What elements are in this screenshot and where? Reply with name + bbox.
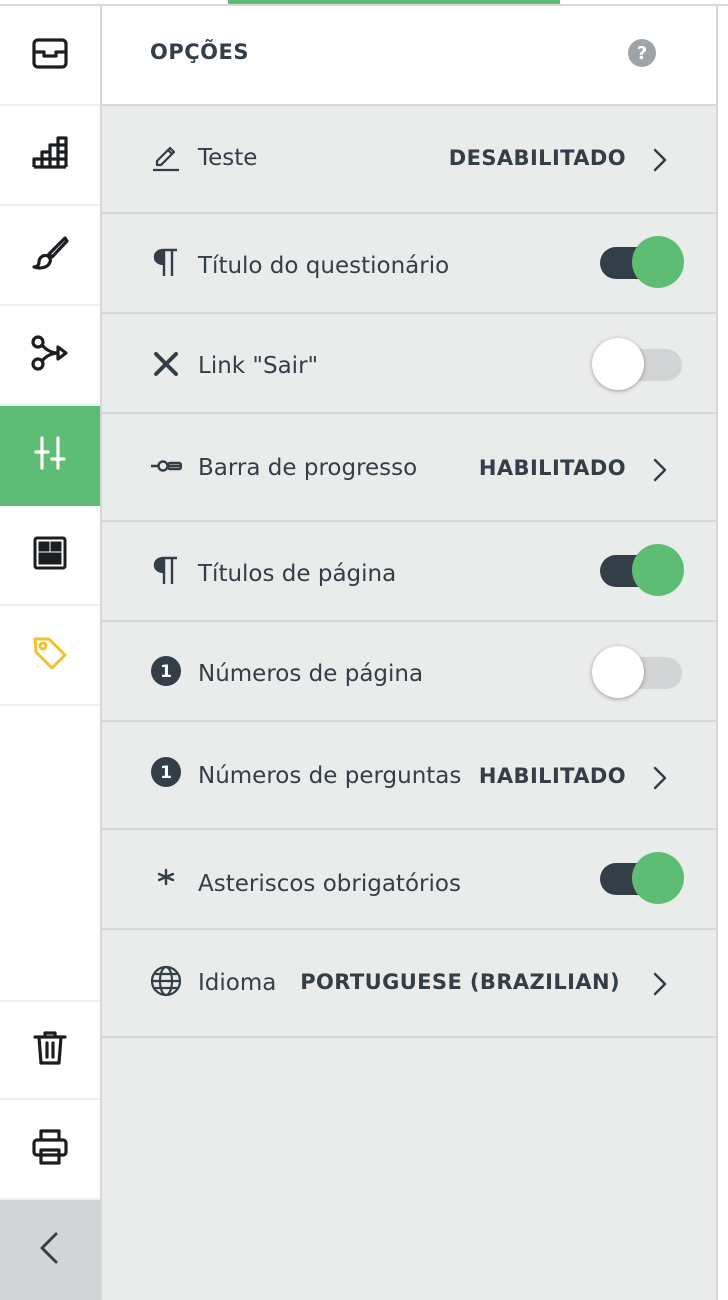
option-label: Link "Sair" xyxy=(198,353,319,379)
page-titles-toggle[interactable] xyxy=(596,544,686,596)
tag-icon xyxy=(30,633,70,677)
chevron-right-icon xyxy=(653,972,667,996)
toggle-knob xyxy=(592,338,644,390)
rail-item-analyze[interactable] xyxy=(0,106,100,206)
chevron-right-icon xyxy=(653,148,667,172)
option-label: Título do questionário xyxy=(198,253,450,279)
top-accent xyxy=(228,0,560,4)
rail-item-print[interactable] xyxy=(0,1100,100,1200)
rail-item-tags[interactable] xyxy=(0,606,100,706)
chevron-right-icon xyxy=(653,458,667,482)
print-icon xyxy=(30,1127,70,1171)
option-row-survey-title: Título do questionário xyxy=(102,214,716,314)
panel-title: OPÇÕES xyxy=(150,40,249,64)
option-value: HABILITADO xyxy=(478,456,626,480)
x-icon xyxy=(148,346,184,382)
toggle-knob xyxy=(632,852,684,904)
rail-item-logic[interactable] xyxy=(0,306,100,406)
collapse-button[interactable] xyxy=(0,1200,100,1300)
toggle-knob xyxy=(592,646,644,698)
rail-item-design[interactable] xyxy=(0,206,100,306)
rail-item-inbox[interactable] xyxy=(0,6,100,106)
rail-item-layout[interactable] xyxy=(0,506,100,606)
option-value: DESABILITADO xyxy=(448,146,626,170)
rail-item-delete[interactable] xyxy=(0,1000,100,1100)
option-row-question-numbers[interactable]: 1 Números de perguntas HABILITADO xyxy=(102,722,716,830)
toggle-knob xyxy=(632,544,684,596)
asterisk-icon xyxy=(148,862,184,898)
option-row-exit-link: Link "Sair" xyxy=(102,314,716,414)
option-row-progress-bar[interactable]: Barra de progresso HABILITADO xyxy=(102,414,716,522)
pencil-icon xyxy=(148,138,184,174)
option-row-page-titles: Títulos de página xyxy=(102,522,716,622)
paragraph-icon xyxy=(148,552,184,588)
rail-item-options[interactable] xyxy=(0,406,100,506)
option-row-required-asterisks: Asteriscos obrigatórios xyxy=(102,830,716,930)
option-label: Barra de progresso xyxy=(198,455,418,481)
globe-icon xyxy=(148,963,184,999)
logic-branch-icon xyxy=(30,333,70,377)
svg-text:1: 1 xyxy=(160,662,172,682)
option-label: Teste xyxy=(198,145,258,171)
page-numbers-toggle[interactable] xyxy=(592,646,686,698)
number-one-icon: 1 xyxy=(148,754,184,790)
option-label: Asteriscos obrigatórios xyxy=(198,871,461,897)
option-row-language[interactable]: Idioma PORTUGUESE (BRAZILIAN) xyxy=(102,930,716,1038)
toggle-knob xyxy=(632,236,684,288)
trash-icon xyxy=(30,1028,70,1072)
required-asterisks-toggle[interactable] xyxy=(596,852,686,904)
option-label: Idioma xyxy=(198,970,277,996)
option-row-page-numbers: 1 Números de página xyxy=(102,622,716,722)
option-label: Números de perguntas xyxy=(198,763,462,789)
option-label: Números de página xyxy=(198,661,424,687)
options-sliders-icon xyxy=(30,433,70,477)
number-one-icon: 1 xyxy=(148,653,184,689)
chevron-right-icon xyxy=(653,766,667,790)
bar-chart-icon xyxy=(30,133,70,177)
inbox-icon xyxy=(30,33,70,77)
panel-header: OPÇÕES ? xyxy=(102,6,716,106)
svg-text:1: 1 xyxy=(160,763,172,783)
survey-title-toggle[interactable] xyxy=(596,236,686,288)
progress-bar-icon xyxy=(148,448,184,484)
help-icon[interactable]: ? xyxy=(628,39,656,67)
exit-link-toggle[interactable] xyxy=(592,338,686,390)
paragraph-icon xyxy=(148,244,184,280)
paintbrush-icon xyxy=(30,233,70,277)
left-rail xyxy=(0,6,100,1300)
option-row-test[interactable]: Teste DESABILITADO xyxy=(102,106,716,214)
options-panel: OPÇÕES ? Teste DESABILITADO Título do qu… xyxy=(100,6,718,1300)
collapse-chevron-icon xyxy=(30,1228,70,1272)
option-value: PORTUGUESE (BRAZILIAN) xyxy=(300,970,620,994)
layout-icon xyxy=(30,533,70,577)
option-label: Títulos de página xyxy=(198,561,397,587)
option-value: HABILITADO xyxy=(478,764,626,788)
